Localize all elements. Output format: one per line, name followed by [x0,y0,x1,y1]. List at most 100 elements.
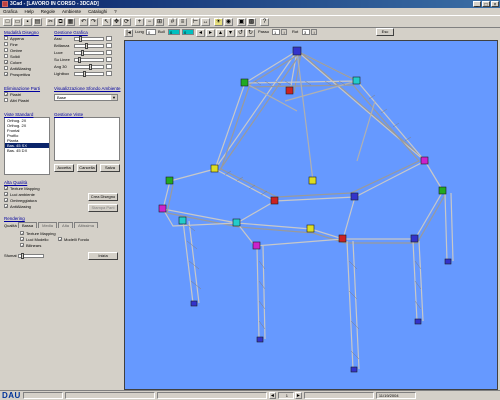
help-icon[interactable]: ? [260,18,269,26]
maximize-button[interactable]: □ [482,1,490,8]
sfumat-slider[interactable]: Sfumat [4,252,44,259]
nav-first-icon[interactable]: |◂ [124,29,133,37]
camera-icon[interactable]: ◉ [224,18,233,26]
rotate-left-icon[interactable]: ↺ [236,29,245,37]
menu-help[interactable]: Help [25,9,34,14]
passo-spin-icon[interactable]: ↕ [281,29,287,35]
slider-thumb[interactable] [89,63,92,70]
slider-track[interactable] [74,56,104,63]
zoom-fit-icon[interactable]: ⊞ [155,18,164,26]
slider-track[interactable] [74,63,104,70]
slider-value[interactable] [106,36,112,41]
value-field-2[interactable]: 0 [168,29,180,35]
layers-icon[interactable]: ≡ [178,18,187,26]
lung-field[interactable]: 0 [146,29,156,35]
light-icon[interactable]: ☀ [214,18,223,26]
open-icon[interactable]: ▭ [13,18,22,26]
rotate-icon[interactable]: ⟳ [122,18,131,26]
arrow-right-icon[interactable]: ▸ [206,29,215,37]
passo-field[interactable]: 1 [272,29,280,35]
move-icon[interactable]: ✥ [112,18,121,26]
minimize-button[interactable]: _ [473,1,481,8]
gestione-viste-list[interactable] [54,117,120,161]
undo-icon[interactable]: ↶ [79,18,88,26]
copy-icon[interactable]: ⧉ [56,18,65,26]
slider-value[interactable] [106,57,112,62]
cancella-button[interactable]: Cancella [77,164,97,172]
measure-icon[interactable]: ⊢ [191,18,200,26]
dimension-icon[interactable]: ↔ [201,18,210,26]
slider-value[interactable] [106,43,112,48]
tab-altissima[interactable]: Altissima [73,222,98,228]
chk-altri-piastri[interactable]: Altri Piastri [4,97,54,103]
slider-track[interactable] [74,70,104,77]
tab-alta[interactable]: Alta [58,222,73,228]
tab-media[interactable]: Media [38,222,58,228]
slider-thumb[interactable] [83,70,86,77]
value-field-3[interactable]: 0 [182,29,194,35]
rot-field[interactable]: 3 [302,29,310,35]
cut-icon[interactable]: ✂ [46,18,55,26]
slider-thumb[interactable] [21,252,24,259]
status-cell-4 [303,392,374,399]
chk-bilinears[interactable]: ✓ Bilinears [20,242,56,248]
chk-modelli-fondo[interactable]: ✓ Modelli Fondo [58,236,89,242]
arrow-down-icon[interactable]: ▾ [226,29,235,37]
grid-icon[interactable]: # [168,18,177,26]
esc-button[interactable]: Esc [376,28,394,36]
slider-luce[interactable]: Luce [54,49,122,56]
slider-thumb[interactable] [85,42,88,49]
viste-list[interactable]: Orthog. 2X Orthog. 2X Frontal Profilo Pl… [4,117,50,175]
sfondo-select[interactable]: Base [54,94,118,101]
viste-group: Viste Standard Orthog. 2X Orthog. 2X Fro… [4,112,54,175]
crea-disegno-button[interactable]: Crea Disegno [88,193,118,201]
inizia-button[interactable]: Inizia [88,252,118,260]
list-item[interactable]: Bas. 45 DX [5,148,49,153]
render-icon[interactable]: ▣ [237,18,246,26]
salva-button[interactable]: Salva [100,164,120,172]
tab-bassa[interactable]: Bassa [18,222,38,228]
paste-icon[interactable]: ▦ [66,18,75,26]
slider-track[interactable] [74,49,104,56]
slider-su-linee[interactable]: Su Linee [54,56,122,63]
3d-viewport[interactable] [124,40,498,390]
arrow-left-icon[interactable]: ◂ [196,29,205,37]
slider-ang[interactable]: Ang 30 [54,63,122,70]
slider-track[interactable] [18,252,44,259]
slider-value[interactable] [106,64,112,69]
save-icon[interactable]: ▪ [23,18,32,26]
chk-prospettiva[interactable]: ✓ Prospettiva [4,71,54,77]
arrow-up-icon[interactable]: ▴ [216,29,225,37]
zoom-out-icon[interactable]: − [145,18,154,26]
menu-ambiente[interactable]: Ambiente [62,9,81,14]
slider-assi[interactable]: Assi [54,35,122,42]
menu-regole[interactable]: Regole [41,9,55,14]
rotate-right-icon[interactable]: ↻ [246,29,255,37]
slider-value[interactable] [106,71,112,76]
texture-icon[interactable]: ▩ [247,18,256,26]
redo-icon[interactable]: ↷ [89,18,98,26]
rot-spin-icon[interactable]: ↕ [311,29,317,35]
menu-question[interactable]: ? [114,9,117,14]
slider-thumb[interactable] [79,35,82,42]
zoom-in-icon[interactable]: + [135,18,144,26]
close-button[interactable]: × [491,1,499,8]
new-icon[interactable]: □ [3,18,12,26]
print-icon[interactable]: ▤ [33,18,42,26]
stampa-parti-button[interactable]: Stampa Parti [88,204,118,212]
slider-thumb[interactable] [78,56,81,63]
rendering-title: Rendering [4,216,25,221]
accetta-button[interactable]: Accetta [54,164,74,172]
chk-render-texture[interactable]: ✓ Texture Mapping [20,230,56,236]
page-prev-icon[interactable]: ◂ [268,392,276,399]
select-icon[interactable]: ↖ [102,18,111,26]
page-next-icon[interactable]: ▸ [294,392,302,399]
slider-track[interactable] [74,42,104,49]
menu-cataloghi[interactable]: Cataloghi [88,9,107,14]
slider-track[interactable] [74,35,104,42]
slider-brillanza[interactable]: Brillanza [54,42,122,49]
slider-value[interactable] [106,50,112,55]
slider-thumb[interactable] [81,49,84,56]
slider-lightbox[interactable]: Lightbox [54,70,122,77]
menu-grafica[interactable]: Grafica [3,9,18,14]
